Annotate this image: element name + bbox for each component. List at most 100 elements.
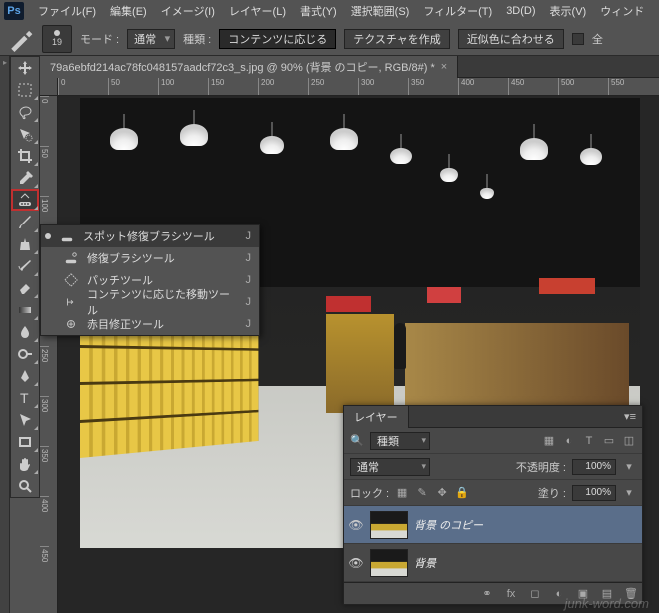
fill-dropdown-icon[interactable]: ▾ [622, 486, 636, 500]
panel-header: レイヤー ▾≡ [344, 406, 642, 428]
flyout-spot-healing[interactable]: スポット修復ブラシツール J [41, 225, 259, 247]
lock-position-icon[interactable]: ✥ [435, 486, 449, 500]
layer-thumbnail[interactable] [370, 549, 408, 577]
filter-search-icon[interactable]: 🔍 [350, 434, 364, 448]
filter-shape-icon[interactable]: ▭ [602, 434, 616, 448]
lasso-tool[interactable] [11, 101, 39, 123]
filter-pixel-icon[interactable]: ▦ [542, 434, 556, 448]
brush-size: 19 [52, 37, 62, 47]
document-tab[interactable]: 79a6ebfd214ac78fc048157aadcf72c3_s.jpg @… [40, 56, 458, 78]
tool-preset-icon[interactable] [8, 26, 34, 52]
blend-row: 通常 不透明度 : 100% ▾ [344, 454, 642, 480]
blend-mode-select[interactable]: 通常 [350, 458, 430, 476]
menu-view[interactable]: 表示(V) [544, 1, 593, 21]
layers-tab[interactable]: レイヤー [344, 406, 409, 428]
layer-row[interactable]: 👁 背景 のコピー [344, 506, 642, 544]
opacity-dropdown-icon[interactable]: ▾ [622, 460, 636, 474]
vertical-ruler[interactable]: 0 50 100 150 200 250 300 350 400 450 [40, 96, 58, 613]
sample-all-checkbox[interactable] [572, 33, 584, 45]
type-texture-button[interactable]: テクスチャを作成 [344, 29, 450, 49]
zoom-tool[interactable] [11, 475, 39, 497]
layer-row[interactable]: 👁 背景 [344, 544, 642, 582]
hand-tool[interactable] [11, 453, 39, 475]
quick-select-tool[interactable] [11, 123, 39, 145]
filter-smart-icon[interactable]: ◫ [622, 434, 636, 448]
layer-mask-icon[interactable]: ◻ [528, 587, 542, 601]
layer-fx-icon[interactable]: fx [504, 587, 518, 601]
close-tab-icon[interactable]: × [441, 61, 447, 73]
mode-select[interactable]: 通常 [127, 29, 175, 49]
link-layers-icon[interactable]: ⚭ [480, 587, 494, 601]
marquee-tool[interactable] [11, 79, 39, 101]
layer-name: 背景 [414, 555, 436, 571]
flyout-healing-brush[interactable]: 修復ブラシツール J [41, 247, 259, 269]
type-label: 種類 : [183, 31, 211, 47]
visibility-icon[interactable]: 👁 [348, 518, 364, 532]
type-proximity-button[interactable]: 近似色に合わせる [458, 29, 564, 49]
opacity-label: 不透明度 : [516, 459, 566, 475]
flyout-red-eye[interactable]: 赤目修正ツール J [41, 313, 259, 335]
fill-label: 塗り : [538, 485, 566, 501]
layer-thumbnail[interactable] [370, 511, 408, 539]
menu-type[interactable]: 書式(Y) [294, 1, 343, 21]
spot-healing-brush-tool[interactable] [11, 189, 39, 211]
path-select-tool[interactable] [11, 409, 39, 431]
pen-tool[interactable] [11, 365, 39, 387]
lock-transparent-icon[interactable]: ▦ [395, 486, 409, 500]
blur-tool[interactable] [11, 321, 39, 343]
brush-tool[interactable] [11, 211, 39, 233]
filter-adjust-icon[interactable]: ◐ [562, 434, 576, 448]
dodge-tool[interactable] [11, 343, 39, 365]
lock-all-icon[interactable]: 🔒 [455, 486, 469, 500]
sample-all-label: 全 [592, 31, 603, 47]
layer-list: 👁 背景 のコピー 👁 背景 [344, 506, 642, 582]
watermark: junk-word.com [564, 596, 649, 611]
opacity-field[interactable]: 100% [572, 459, 616, 475]
menu-edit[interactable]: 編集(E) [104, 1, 153, 21]
type-content-aware-button[interactable]: コンテンツに応じる [219, 29, 336, 49]
fill-field[interactable]: 100% [572, 485, 616, 501]
menu-3d[interactable]: 3D(D) [500, 3, 541, 19]
menu-window[interactable]: ウィンド [594, 1, 650, 21]
filter-type-icon[interactable]: T [582, 434, 596, 448]
document-tab-bar: 79a6ebfd214ac78fc048157aadcf72c3_s.jpg @… [40, 56, 659, 78]
eraser-tool[interactable] [11, 277, 39, 299]
panel-grip-icon[interactable]: ▸ [0, 56, 10, 68]
menu-image[interactable]: イメージ(I) [155, 1, 221, 21]
layer-name: 背景 のコピー [414, 517, 483, 533]
type-tool[interactable]: T [11, 387, 39, 409]
menu-layer[interactable]: レイヤー(L) [223, 1, 292, 21]
menu-bar: Ps ファイル(F) 編集(E) イメージ(I) レイヤー(L) 書式(Y) 選… [0, 0, 659, 22]
history-brush-tool[interactable] [11, 255, 39, 277]
menu-file[interactable]: ファイル(F) [32, 1, 102, 21]
gradient-tool[interactable] [11, 299, 39, 321]
panel-menu-icon[interactable]: ▾≡ [618, 410, 642, 423]
document-title: 79a6ebfd214ac78fc048157aadcf72c3_s.jpg @… [50, 59, 435, 75]
layer-filter-row: 🔍 種類 ▦ ◐ T ▭ ◫ [344, 428, 642, 454]
horizontal-ruler[interactable]: 0 50 100 150 200 250 300 350 400 450 500… [58, 78, 659, 96]
eyedropper-tool[interactable] [11, 167, 39, 189]
svg-text:T: T [20, 390, 29, 406]
flyout-content-aware-move[interactable]: コンテンツに応じた移動ツール J [41, 291, 259, 313]
visibility-icon[interactable]: 👁 [348, 556, 364, 570]
filter-kind-select[interactable]: 種類 [370, 432, 430, 450]
crop-tool[interactable] [11, 145, 39, 167]
lock-label: ロック : [350, 485, 389, 501]
move-tool[interactable] [11, 57, 39, 79]
options-bar: 19 モード : 通常 種類 : コンテンツに応じる テクスチャを作成 近似色に… [0, 22, 659, 56]
lock-pixels-icon[interactable]: ✎ [415, 486, 429, 500]
menu-select[interactable]: 選択範囲(S) [345, 1, 416, 21]
toolbar: T [10, 56, 40, 498]
menu-filter[interactable]: フィルター(T) [417, 1, 498, 21]
selected-dot-icon [45, 233, 51, 239]
mode-label: モード : [80, 31, 119, 47]
brush-preview[interactable]: 19 [42, 25, 72, 53]
layers-panel: レイヤー ▾≡ 🔍 種類 ▦ ◐ T ▭ ◫ 通常 不透明度 : 100% ▾ … [343, 405, 643, 605]
lock-row: ロック : ▦ ✎ ✥ 🔒 塗り : 100% ▾ [344, 480, 642, 506]
content-move-icon [63, 294, 79, 310]
patch-icon [63, 272, 79, 288]
clone-stamp-tool[interactable] [11, 233, 39, 255]
red-eye-icon [63, 316, 79, 332]
ruler-origin[interactable] [40, 78, 58, 96]
rectangle-tool[interactable] [11, 431, 39, 453]
